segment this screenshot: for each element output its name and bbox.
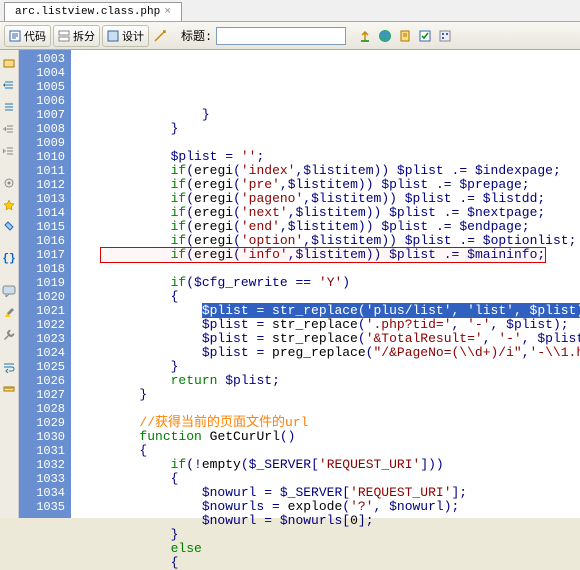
vtool-ruler-icon[interactable] (0, 380, 18, 398)
upload-icon[interactable] (356, 27, 374, 45)
code-editor[interactable]: 1003100410051006100710081009101010111012… (19, 50, 580, 518)
line-gutter: 1003100410051006100710081009101010111012… (19, 50, 71, 518)
design-view-label: 设计 (122, 28, 144, 44)
toolbar: 代码 拆分 设计 标题: (0, 22, 580, 50)
vtool-indent-icon[interactable] (0, 120, 18, 138)
split-view-label: 拆分 (73, 28, 95, 44)
vtool-wrench-icon[interactable] (0, 326, 18, 344)
vtool-comment-icon[interactable] (0, 282, 18, 300)
code-view-button[interactable]: 代码 (4, 25, 51, 47)
vtool-brackets-icon[interactable]: {} (0, 250, 18, 268)
design-icon (107, 30, 119, 42)
vtool-wrap-icon[interactable] (0, 358, 18, 376)
tab-title: arc.listview.class.php (15, 6, 160, 18)
title-label: 标题: (181, 27, 212, 44)
title-input[interactable] (216, 27, 346, 45)
vtool-outdent-icon[interactable] (0, 142, 18, 160)
editor-main: {} 1003100410051006100710081009101010111… (0, 50, 580, 518)
vtool-collapse-icon[interactable] (0, 76, 18, 94)
options-icon[interactable] (436, 27, 454, 45)
file-tab[interactable]: arc.listview.class.php × (4, 2, 182, 21)
code-area[interactable]: } } $plist = ''; if(eregi('index',$listi… (71, 50, 580, 518)
live-view-icon[interactable] (151, 27, 169, 45)
vtool-star-icon[interactable] (0, 196, 18, 214)
split-view-button[interactable]: 拆分 (53, 25, 100, 47)
vertical-toolbar: {} (0, 50, 19, 518)
split-icon (58, 30, 70, 42)
code-view-label: 代码 (24, 28, 46, 44)
vtool-open-icon[interactable] (0, 54, 18, 72)
design-view-button[interactable]: 设计 (102, 25, 149, 47)
globe-icon[interactable] (376, 27, 394, 45)
close-icon[interactable]: × (164, 6, 171, 18)
vtool-highlight-icon[interactable] (0, 304, 18, 322)
tab-bar: arc.listview.class.php × (0, 0, 580, 22)
vtool-tag-icon[interactable] (0, 218, 18, 236)
code-icon (9, 30, 21, 42)
vtool-expand-icon[interactable] (0, 98, 18, 116)
book-icon[interactable] (396, 27, 414, 45)
vtool-target-icon[interactable] (0, 174, 18, 192)
check-icon[interactable] (416, 27, 434, 45)
